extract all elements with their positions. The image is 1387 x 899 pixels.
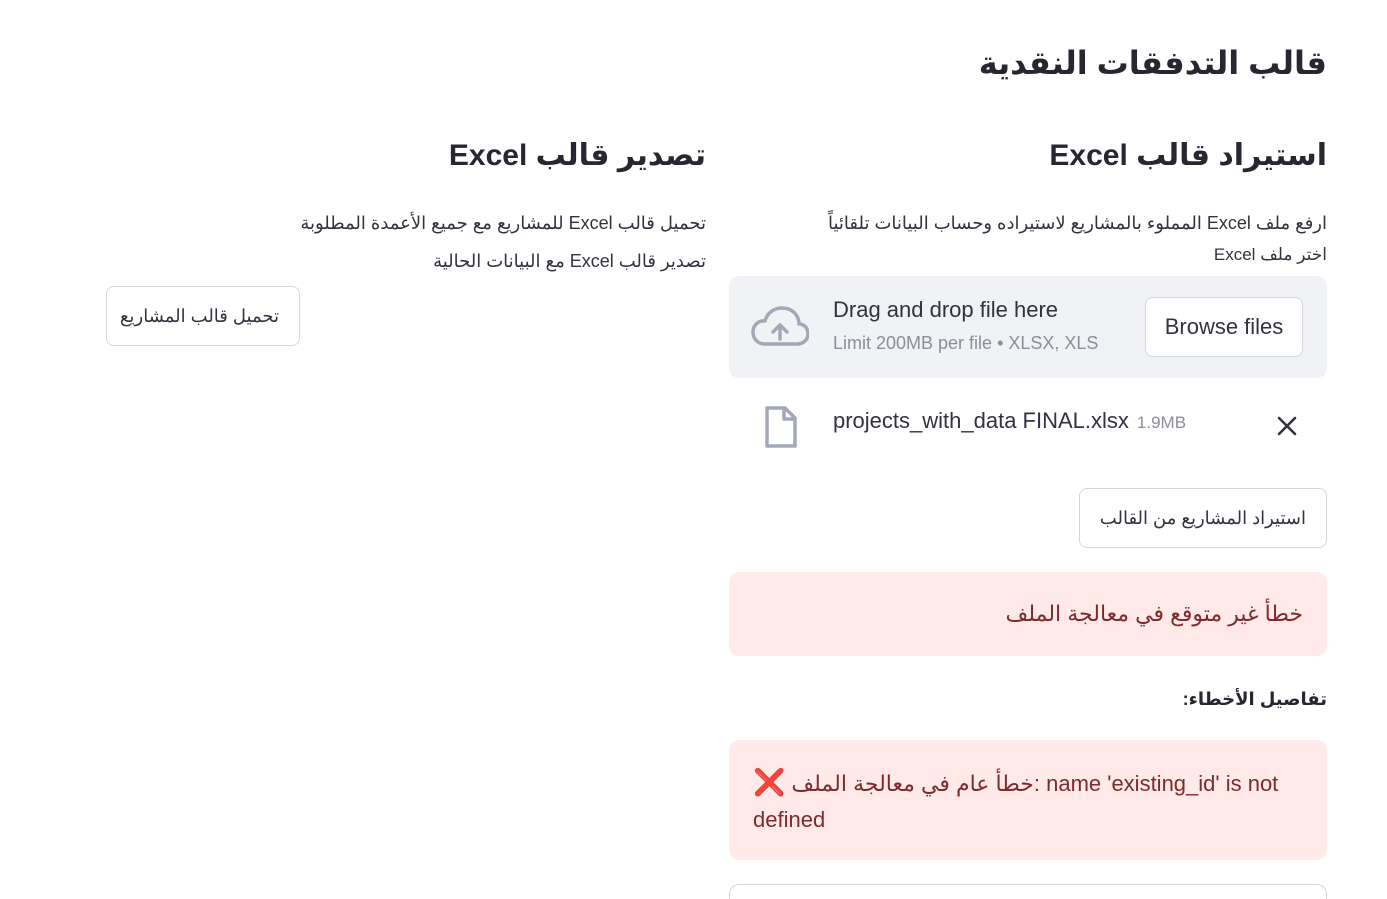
export-column: تصدير قالب Excel تحميل قالب Excel للمشار… xyxy=(106,134,706,346)
dropzone-texts: Drag and drop file here Limit 200MB per … xyxy=(833,294,1098,360)
page-title: قالب التدفقات النقدية xyxy=(978,45,1327,81)
uploaded-file-name: projects_with_data FINAL.xlsx 1.9MB xyxy=(833,408,1186,434)
next-element-partial xyxy=(729,884,1327,899)
dropzone-main-text: Drag and drop file here xyxy=(833,297,1059,322)
page: قالب التدفقات النقدية استيراد قالب Excel… xyxy=(0,0,1387,899)
import-button-wrap: استيراد المشاريع من القالب xyxy=(729,488,1327,548)
export-section-title: تصدير قالب Excel xyxy=(448,139,706,172)
import-column: استيراد قالب Excel ارفع ملف Excel المملو… xyxy=(729,134,1327,899)
cloud-upload-icon xyxy=(751,306,809,346)
dropzone-limit-text: Limit 200MB per file • XLSX, XLS xyxy=(833,333,1099,353)
error-details-label: تفاصيل الأخطاء: xyxy=(1182,689,1327,709)
error-alert: خطأ غير متوقع في معالجة الملف xyxy=(729,572,1327,656)
export-button-wrap: تحميل قالب المشاريع xyxy=(106,286,300,346)
browse-files-button[interactable]: Browse files xyxy=(1145,297,1303,357)
file-dropzone[interactable]: Drag and drop file here Limit 200MB per … xyxy=(729,276,1327,378)
file-icon xyxy=(765,406,797,448)
uploader-label: اختر ملف Excel xyxy=(1213,245,1327,264)
export-line-2: تصدير قالب Excel مع البيانات الحالية xyxy=(433,251,706,271)
error-details-message: خطأ عام في معالجة الملف: name 'existing_… xyxy=(753,771,1279,832)
error-details-alert: ❌ خطأ عام في معالجة الملف: name 'existing… xyxy=(729,740,1327,860)
uploaded-file-row: projects_with_data FINAL.xlsx 1.9MB xyxy=(729,378,1327,474)
close-icon[interactable] xyxy=(1275,414,1299,438)
file-name-text: projects_with_data FINAL.xlsx xyxy=(833,408,1129,433)
file-size: 1.9MB xyxy=(1136,413,1187,432)
import-section-title: استيراد قالب Excel xyxy=(1049,139,1327,172)
import-projects-button[interactable]: استيراد المشاريع من القالب xyxy=(1078,488,1327,548)
cross-mark-icon: ❌ xyxy=(753,767,786,797)
download-template-button[interactable]: تحميل قالب المشاريع xyxy=(106,286,300,346)
export-line-1: تحميل قالب Excel للمشاريع مع جميع الأعمد… xyxy=(300,213,706,233)
import-description: ارفع ملف Excel المملوء بالمشاريع لاستيرا… xyxy=(827,213,1327,233)
